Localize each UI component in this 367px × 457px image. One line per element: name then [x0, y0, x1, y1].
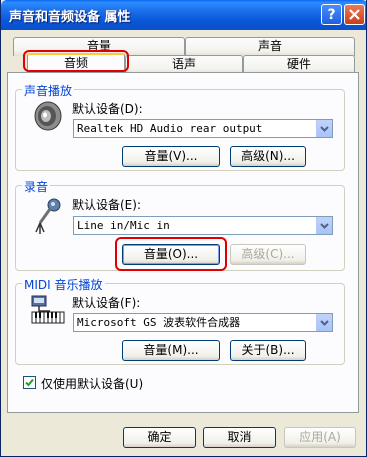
midi-volume-button[interactable]: 音量(M)...	[122, 340, 220, 361]
midi-group: MIDI 音乐播放 默认设备(F): Microsoft GS 波表软件合成器 …	[15, 276, 345, 365]
close-icon	[349, 9, 360, 20]
playback-device-value: Realtek HD Audio rear output	[77, 122, 263, 135]
use-default-only-checkbox[interactable]	[23, 376, 36, 389]
chevron-down-icon[interactable]	[316, 120, 332, 137]
tab-hardware-label: 硬件	[286, 57, 311, 71]
chevron-down-icon[interactable]	[316, 314, 332, 331]
recording-group: 录音 默认设备(E): Line in/Mic in 音量(O)... 高级(C…	[15, 178, 345, 271]
recording-device-value: Line in/Mic in	[77, 219, 170, 232]
speaker-icon	[34, 101, 62, 131]
title-bar[interactable]: 声音和音频设备 属性 ?	[1, 0, 366, 30]
midi-device-value: Microsoft GS 波表软件合成器	[77, 316, 241, 329]
recording-advanced-button[interactable]: 高级(C)...	[230, 244, 306, 265]
close-button[interactable]	[344, 4, 365, 25]
playback-group: 声音播放 默认设备(D): Realtek HD Audio rear outp…	[15, 82, 345, 171]
playback-default-label: 默认设备(D):	[72, 102, 143, 116]
playback-group-title: 声音播放	[22, 82, 75, 99]
recording-default-label: 默认设备(E):	[72, 198, 141, 212]
midi-default-label: 默认设备(F):	[72, 296, 141, 310]
playback-volume-button[interactable]: 音量(V)...	[122, 146, 220, 167]
microphone-icon	[35, 198, 61, 234]
help-icon: ?	[327, 6, 336, 23]
sound-properties-window: 声音和音频设备 属性 ? 音量 声音 音频 语声 硬件 声音播放 默认设备(D)…	[0, 0, 367, 457]
tab-audio-label: 音频	[63, 56, 88, 70]
tab-audio[interactable]: 音频	[27, 53, 125, 72]
recording-volume-button[interactable]: 音量(O)...	[122, 244, 220, 265]
playback-device-select[interactable]: Realtek HD Audio rear output	[73, 119, 333, 138]
apply-button[interactable]: 应用(A)	[284, 427, 356, 448]
tab-voice-label: 语声	[171, 57, 196, 71]
midi-about-button[interactable]: 关于(B)...	[230, 340, 306, 361]
midi-device-select[interactable]: Microsoft GS 波表软件合成器	[73, 313, 333, 332]
midi-group-title: MIDI 音乐播放	[22, 276, 105, 293]
help-button[interactable]: ?	[321, 4, 342, 25]
recording-group-title: 录音	[22, 178, 51, 195]
tab-volume-label: 音量	[86, 39, 111, 53]
recording-device-select[interactable]: Line in/Mic in	[73, 216, 333, 235]
ok-button[interactable]: 确定	[123, 427, 196, 448]
midi-keyboard-icon	[31, 295, 65, 324]
window-title: 声音和音频设备 属性	[9, 10, 131, 25]
cancel-button[interactable]: 取消	[203, 427, 276, 448]
checkmark-icon	[25, 378, 34, 387]
playback-advanced-button[interactable]: 高级(N)...	[230, 146, 306, 167]
chevron-down-icon[interactable]	[316, 217, 332, 234]
tab-sounds[interactable]: 声音	[185, 37, 355, 56]
use-default-only-label[interactable]: 仅使用默认设备(U)	[41, 375, 143, 392]
tab-sounds-label: 声音	[257, 39, 282, 53]
